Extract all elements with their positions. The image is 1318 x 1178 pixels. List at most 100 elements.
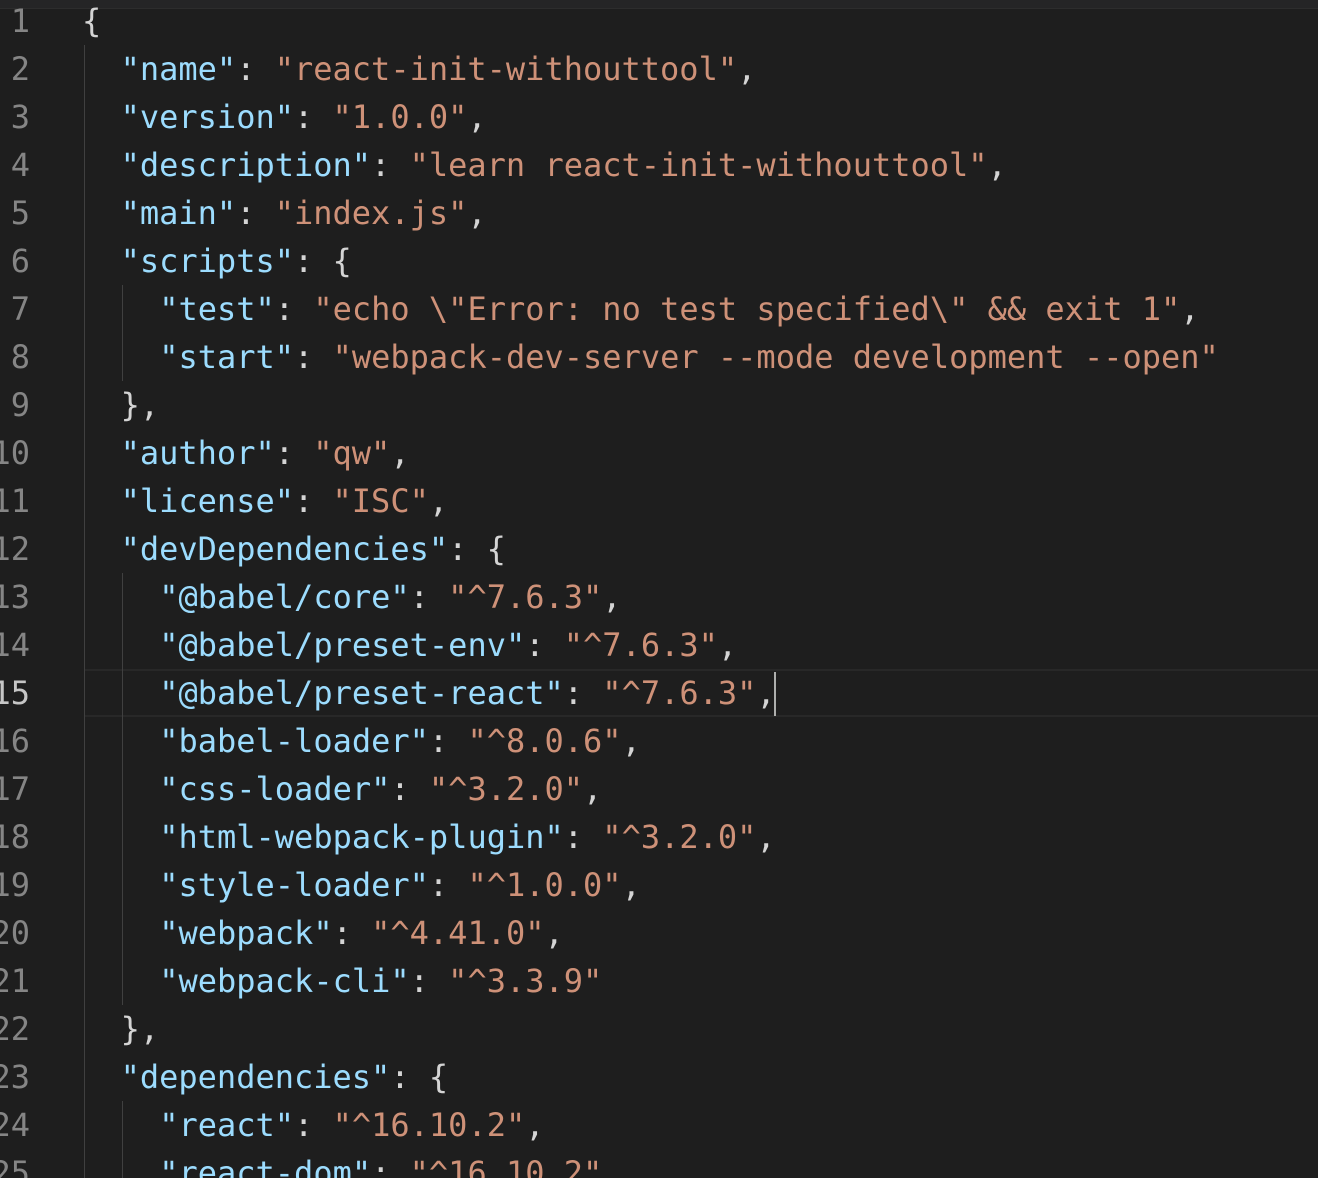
json-punctuation-token: :	[390, 770, 429, 808]
json-punctuation-token: :	[409, 578, 449, 616]
json-punctuation-token: ,	[621, 722, 641, 760]
code-line[interactable]: "license": "ISC",	[0, 477, 1318, 525]
json-string-token: "echo \"Error: no test specified\" && ex…	[313, 290, 1181, 328]
json-punctuation-token: :	[236, 194, 275, 232]
json-punctuation-token: :	[293, 98, 333, 136]
json-key-token: "description"	[120, 146, 372, 184]
text-cursor	[774, 672, 776, 716]
json-key-token: "start"	[159, 338, 295, 376]
json-punctuation-token: {	[82, 2, 102, 40]
code-line[interactable]: "css-loader": "^3.2.0",	[0, 765, 1318, 813]
code-line[interactable]: "version": "1.0.0",	[0, 93, 1318, 141]
json-key-token: "react-dom"	[159, 1154, 372, 1178]
json-string-token: "qw"	[313, 434, 391, 472]
code-line[interactable]: "description": "learn react-init-without…	[0, 141, 1318, 189]
json-punctuation-token: ,	[602, 578, 622, 616]
code-line[interactable]: "start": "webpack-dev-server --mode deve…	[0, 333, 1318, 381]
json-key-token: "@babel/core"	[159, 578, 410, 616]
json-punctuation-token: ,	[467, 194, 487, 232]
json-key-token: "test"	[159, 290, 275, 328]
json-punctuation-token: : {	[293, 242, 352, 280]
json-punctuation-token: ,	[717, 626, 738, 664]
json-string-token: "^7.6.3"	[602, 674, 757, 712]
json-punctuation-token: :	[371, 146, 410, 184]
json-key-token: "html-webpack-plugin"	[159, 818, 564, 856]
code-line[interactable]: "test": "echo \"Error: no test specified…	[0, 285, 1318, 333]
json-punctuation-token: ,	[390, 434, 410, 472]
json-key-token: "devDependencies"	[120, 530, 449, 568]
json-punctuation-token: :	[409, 962, 449, 1000]
json-string-token: "1.0.0"	[332, 98, 468, 136]
json-punctuation-token: },	[120, 1010, 160, 1048]
code-line[interactable]: "babel-loader": "^8.0.6",	[0, 717, 1318, 765]
json-punctuation-token: :	[332, 914, 372, 952]
code-line[interactable]: "dependencies": {	[0, 1053, 1318, 1101]
json-key-token: "author"	[120, 434, 275, 472]
code-line[interactable]: "@babel/preset-react": "^7.6.3",	[0, 669, 1318, 717]
json-string-token: "^3.2.0"	[602, 818, 757, 856]
json-punctuation-token: : {	[448, 530, 506, 568]
json-punctuation-token: :	[236, 50, 275, 88]
code-line[interactable]: "name": "react-init-withouttool",	[0, 45, 1318, 93]
json-string-token: "^1.0.0"	[467, 866, 622, 904]
json-punctuation-token: :	[371, 1154, 410, 1178]
json-key-token: "react"	[159, 1106, 295, 1144]
json-key-token: "version"	[120, 98, 294, 136]
code-line[interactable]: },	[0, 1005, 1318, 1053]
json-string-token: "^16.10.2"	[409, 1154, 603, 1178]
json-key-token: "css-loader"	[159, 770, 391, 808]
json-punctuation-token: ,	[467, 98, 487, 136]
json-string-token: "learn react-init-withouttool"	[409, 146, 988, 184]
json-string-token: "webpack-dev-server --mode development -…	[332, 338, 1219, 376]
json-string-token: "^16.10.2"	[332, 1106, 526, 1144]
json-punctuation-token: ,	[428, 482, 449, 520]
json-punctuation-token: :	[294, 1106, 333, 1144]
json-punctuation-token: ,	[525, 1106, 545, 1144]
json-string-token: "^7.6.3"	[448, 578, 603, 616]
json-key-token: "@babel/preset-react"	[159, 674, 564, 712]
json-key-token: "webpack-cli"	[159, 962, 410, 1000]
json-key-token: "style-loader"	[159, 866, 429, 904]
json-punctuation-token: :	[563, 674, 603, 712]
code-line[interactable]: "@babel/preset-env": "^7.6.3",	[0, 621, 1318, 669]
json-string-token: "ISC"	[332, 482, 429, 520]
json-string-token: "index.js"	[274, 194, 468, 232]
json-punctuation-token: ,	[1180, 290, 1200, 328]
code-line[interactable]: "html-webpack-plugin": "^3.2.0",	[0, 813, 1318, 861]
json-key-token: "scripts"	[120, 242, 294, 280]
json-key-token: "license"	[120, 482, 294, 520]
code-line[interactable]: "devDependencies": {	[0, 525, 1318, 573]
code-line[interactable]: "@babel/core": "^7.6.3",	[0, 573, 1318, 621]
json-key-token: "dependencies"	[120, 1058, 391, 1096]
code-line[interactable]: "webpack-cli": "^3.3.9"	[0, 957, 1318, 1005]
code-editor[interactable]: 1 2 3 4 5 6 7 8 9 10 11 12 13 14 15 16 17 18 19 20 21 22 23 24 2…	[0, 0, 1318, 1178]
code-area[interactable]: {"name": "react-init-withouttool", "versi…	[0, 0, 1318, 1178]
json-punctuation-token: :	[294, 338, 333, 376]
code-line[interactable]: "author": "qw",	[0, 429, 1318, 477]
json-string-token: "^4.41.0"	[371, 914, 545, 952]
json-string-token: "^7.6.3"	[563, 626, 718, 664]
json-punctuation-token: :	[274, 434, 314, 472]
code-line[interactable]: "react": "^16.10.2",	[0, 1101, 1318, 1149]
json-string-token: "^3.2.0"	[428, 770, 584, 808]
code-line[interactable]: "style-loader": "^1.0.0",	[0, 861, 1318, 909]
json-punctuation-token: :	[274, 290, 314, 328]
json-key-token: "babel-loader"	[159, 722, 429, 760]
json-key-token: "name"	[120, 50, 237, 88]
json-punctuation-token: ,	[583, 770, 603, 808]
json-punctuation-token: :	[563, 818, 603, 856]
json-string-token: "react-init-withouttool"	[274, 50, 738, 88]
code-line[interactable]: "main": "index.js",	[0, 189, 1318, 237]
code-line[interactable]: "react-dom": "^16.10.2"	[0, 1149, 1318, 1178]
code-line[interactable]: "webpack": "^4.41.0",	[0, 909, 1318, 957]
code-line[interactable]: {	[0, 0, 1318, 45]
code-line[interactable]: },	[0, 381, 1318, 429]
json-punctuation-token: : {	[390, 1058, 449, 1096]
json-punctuation-token: :	[293, 482, 333, 520]
code-line[interactable]: "scripts": {	[0, 237, 1318, 285]
json-punctuation-token: :	[525, 626, 564, 664]
json-punctuation-token: },	[120, 386, 160, 424]
json-key-token: "@babel/preset-env"	[159, 626, 526, 664]
json-punctuation-token: ,	[737, 50, 757, 88]
json-punctuation-token: ,	[756, 674, 776, 712]
